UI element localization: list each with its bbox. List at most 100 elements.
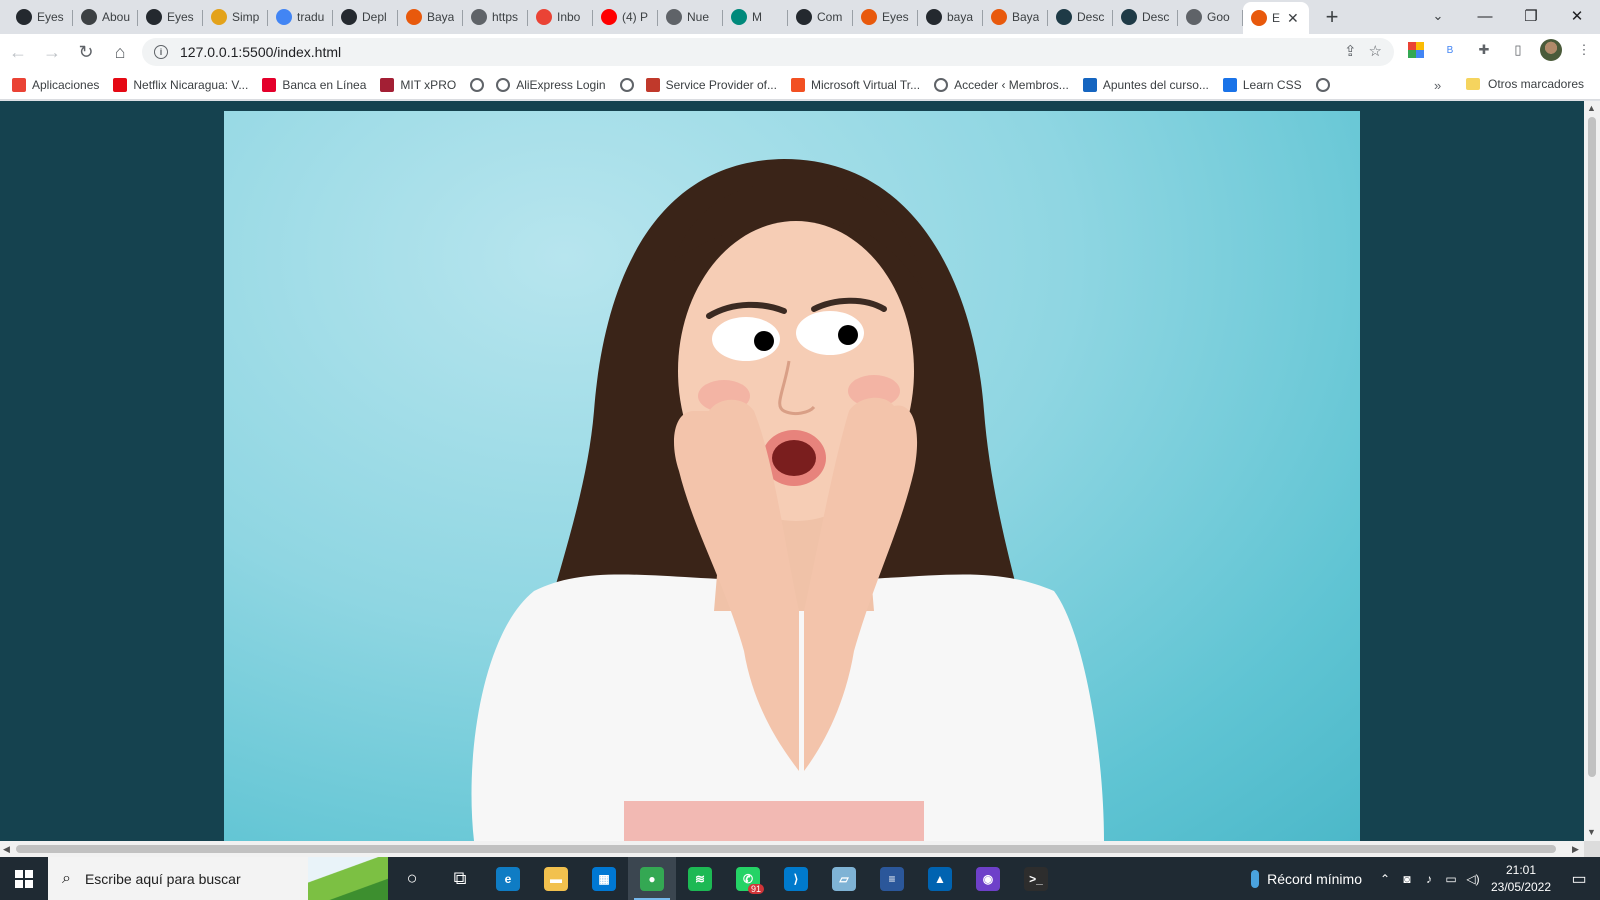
site-info-icon[interactable]: i bbox=[154, 45, 168, 59]
bookmark-item[interactable]: Service Provider of... bbox=[645, 77, 777, 92]
tab-title: https bbox=[492, 10, 519, 24]
scroll-up-arrow-icon[interactable]: ▲ bbox=[1587, 103, 1596, 113]
profile-avatar[interactable] bbox=[1540, 39, 1562, 61]
address-bar[interactable]: i 127.0.0.1:5500/index.html ⇪ ☆ bbox=[142, 38, 1394, 66]
tab[interactable]: Nue bbox=[658, 4, 723, 30]
scroll-left-arrow-icon[interactable]: ◀ bbox=[3, 844, 10, 855]
taskbar-app[interactable]: ◉ bbox=[964, 857, 1012, 900]
tab-title: M bbox=[752, 10, 762, 24]
bookmark-label: Netflix Nicaragua: V... bbox=[133, 77, 249, 92]
tab[interactable]: tradu bbox=[268, 4, 333, 30]
taskbar-app[interactable]: ▱ bbox=[820, 857, 868, 900]
b-extension-icon[interactable]: B bbox=[1438, 38, 1462, 62]
close-tab-icon[interactable]: ✕ bbox=[1287, 10, 1299, 27]
volume-icon[interactable]: ◁) bbox=[1462, 872, 1484, 886]
tab[interactable]: Goo bbox=[1178, 4, 1243, 30]
tab[interactable]: Com bbox=[788, 4, 853, 30]
bookmark-item[interactable]: Apuntes del curso... bbox=[1082, 77, 1209, 92]
network-icon[interactable]: ▭ bbox=[1440, 872, 1462, 886]
home-button[interactable]: ⌂ bbox=[104, 36, 136, 68]
tab[interactable]: baya bbox=[918, 4, 983, 30]
vertical-scroll-thumb[interactable] bbox=[1588, 117, 1596, 777]
taskbar-app[interactable]: ○ bbox=[388, 857, 436, 900]
taskbar-app[interactable]: ● bbox=[628, 857, 676, 900]
close-window-button[interactable]: ✕ bbox=[1554, 0, 1600, 32]
camera-icon[interactable]: ◙ bbox=[1396, 872, 1418, 886]
restore-button[interactable]: ❐ bbox=[1508, 0, 1554, 32]
taskbar-app[interactable]: ▬ bbox=[532, 857, 580, 900]
tab[interactable]: Baya bbox=[398, 4, 463, 30]
bookmark-item[interactable]: MIT xPRO bbox=[380, 77, 457, 92]
scroll-right-arrow-icon[interactable]: ▶ bbox=[1572, 844, 1579, 855]
tab-active[interactable]: E ✕ bbox=[1243, 2, 1309, 34]
bookmark-item[interactable]: Learn CSS bbox=[1222, 77, 1302, 92]
taskbar-app[interactable]: ✆ 91 bbox=[724, 857, 772, 900]
tab[interactable]: https bbox=[463, 4, 528, 30]
bookmark-label: AliExpress Login bbox=[516, 77, 606, 92]
globe-icon[interactable] bbox=[1315, 77, 1330, 92]
reload-button[interactable]: ↻ bbox=[70, 36, 102, 68]
tab-search-button[interactable]: ⌄ bbox=[1424, 4, 1452, 28]
bookmark-item[interactable]: Microsoft Virtual Tr... bbox=[790, 77, 920, 92]
tab[interactable]: M bbox=[723, 4, 788, 30]
taskbar-app[interactable]: ≡ bbox=[868, 857, 916, 900]
extensions-puzzle-icon[interactable]: ✚ bbox=[1472, 38, 1496, 62]
taskbar-app[interactable]: e bbox=[484, 857, 532, 900]
weather-widget[interactable]: Récord mínimo bbox=[1251, 869, 1362, 888]
left-pupil bbox=[754, 331, 774, 351]
tab[interactable]: Desc bbox=[1113, 4, 1178, 30]
globe-icon[interactable] bbox=[470, 77, 485, 92]
tab[interactable]: Abou bbox=[73, 4, 138, 30]
bookmarks-bar: Aplicaciones Netflix Nicaragua: V... Banca… bbox=[0, 70, 1600, 100]
share-icon[interactable]: ⇪ bbox=[1344, 42, 1357, 60]
search-placeholder: Escribe aquí para buscar bbox=[84, 870, 241, 887]
bookmark-item[interactable]: Banca en Línea bbox=[262, 77, 366, 92]
side-panel-icon[interactable]: ▯ bbox=[1506, 38, 1530, 62]
taskbar-app[interactable]: ▦ bbox=[580, 857, 628, 900]
bookmark-item[interactable]: Aplicaciones bbox=[12, 77, 99, 92]
taskbar-app[interactable]: ⧉ bbox=[436, 857, 484, 900]
url-text[interactable]: 127.0.0.1:5500/index.html bbox=[180, 44, 341, 60]
browser-menu-icon[interactable]: ⋮ bbox=[1572, 38, 1596, 62]
back-button[interactable]: ← bbox=[2, 36, 34, 68]
bookmarks-overflow-button[interactable]: » bbox=[1434, 78, 1441, 93]
color-extension-icon[interactable] bbox=[1404, 38, 1428, 62]
other-bookmarks-folder[interactable]: Otros marcadores bbox=[1466, 77, 1584, 91]
horizontal-scroll-thumb[interactable] bbox=[16, 845, 1556, 853]
tab[interactable]: Baya bbox=[983, 4, 1048, 30]
bookmark-item[interactable]: Acceder ‹ Membros... bbox=[934, 77, 1069, 92]
bookmark-item[interactable]: Netflix Nicaragua: V... bbox=[113, 77, 249, 92]
bookmark-star-icon[interactable]: ☆ bbox=[1369, 42, 1382, 60]
taskbar-search-box[interactable]: ⌕ Escribe aquí para buscar bbox=[48, 857, 388, 900]
taskbar-app[interactable]: >_ bbox=[1012, 857, 1060, 900]
show-hidden-icons-icon[interactable]: ⌃ bbox=[1374, 872, 1396, 886]
taskbar-app[interactable]: ≋ bbox=[676, 857, 724, 900]
gmail-icon bbox=[536, 9, 552, 25]
tab[interactable]: Depl bbox=[333, 4, 398, 30]
forward-button[interactable]: → bbox=[36, 36, 68, 68]
vertical-scrollbar[interactable]: ▲ ▼ bbox=[1584, 101, 1600, 841]
tab[interactable]: Desc bbox=[1048, 4, 1113, 30]
microphone-icon[interactable]: ♪ bbox=[1418, 872, 1440, 886]
start-button[interactable] bbox=[0, 857, 48, 900]
tab[interactable]: Eyes bbox=[853, 4, 918, 30]
bookmark-label: MIT xPRO bbox=[400, 77, 457, 92]
tab[interactable]: Inbo bbox=[528, 4, 593, 30]
new-tab-button[interactable]: + bbox=[1315, 3, 1349, 31]
tab[interactable]: Simp bbox=[203, 4, 268, 30]
taskbar-app[interactable]: ⟩ bbox=[772, 857, 820, 900]
minimize-button[interactable]: — bbox=[1462, 0, 1508, 32]
horizontal-scrollbar[interactable]: ◀ ▶ bbox=[0, 841, 1584, 857]
tab[interactable]: Eyes bbox=[8, 4, 73, 30]
clock[interactable]: 21:01 23/05/2022 bbox=[1484, 862, 1558, 896]
tab[interactable]: (4) P bbox=[593, 4, 658, 30]
github-icon bbox=[16, 9, 32, 25]
taskbar-app[interactable]: ▲ bbox=[916, 857, 964, 900]
scroll-down-arrow-icon[interactable]: ▼ bbox=[1587, 827, 1596, 837]
notification-center-icon[interactable]: ▭ bbox=[1558, 869, 1600, 889]
tab[interactable]: Eyes bbox=[138, 4, 203, 30]
github-icon bbox=[146, 9, 162, 25]
bookmark-item[interactable]: AliExpress Login bbox=[496, 77, 606, 92]
globe-icon[interactable] bbox=[619, 77, 634, 92]
file-explorer-icon: ▬ bbox=[544, 866, 568, 891]
